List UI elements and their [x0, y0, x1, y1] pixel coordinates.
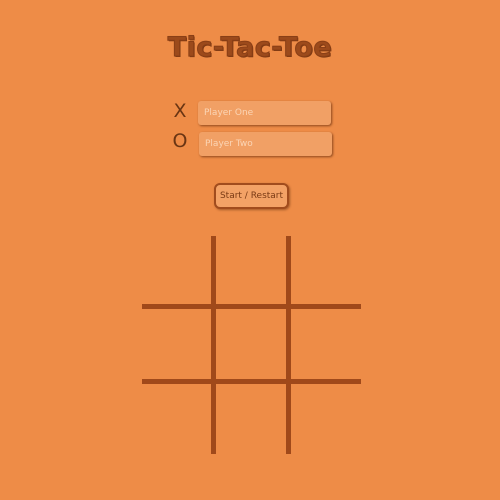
board-cell-7[interactable] — [142, 384, 211, 454]
player-one-name-input[interactable] — [198, 101, 331, 125]
board-cell-2[interactable] — [216, 236, 286, 304]
game-page: Tic-Tac-Toe X O Start / Restart — [0, 0, 500, 500]
board-cell-3[interactable] — [291, 236, 361, 304]
player-two-symbol: O — [172, 130, 188, 152]
board-cell-5[interactable] — [216, 309, 286, 379]
grid-line-vertical-right — [286, 236, 291, 454]
player-two-name-input[interactable] — [199, 132, 332, 156]
board-cell-4[interactable] — [142, 309, 211, 379]
board-cell-8[interactable] — [216, 384, 286, 454]
player-one-symbol: X — [173, 100, 187, 122]
page-title: Tic-Tac-Toe — [167, 32, 333, 64]
board-cell-6[interactable] — [291, 309, 361, 379]
grid-line-vertical-left — [211, 236, 216, 454]
start-restart-button[interactable]: Start / Restart — [214, 183, 289, 209]
board-cell-1[interactable] — [142, 236, 211, 304]
grid-line-horizontal-bottom — [142, 379, 361, 384]
game-board — [142, 236, 361, 454]
board-cell-9[interactable] — [291, 384, 361, 454]
grid-line-horizontal-top — [142, 304, 361, 309]
